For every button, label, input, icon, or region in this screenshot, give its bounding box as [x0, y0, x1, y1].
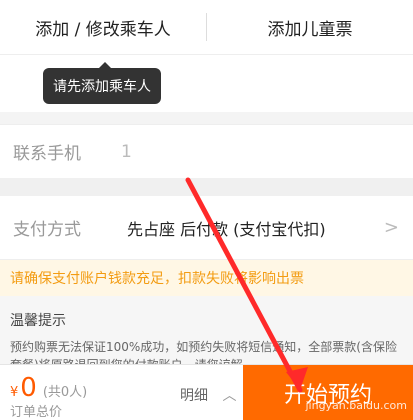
- annotation-arrow: [185, 177, 308, 393]
